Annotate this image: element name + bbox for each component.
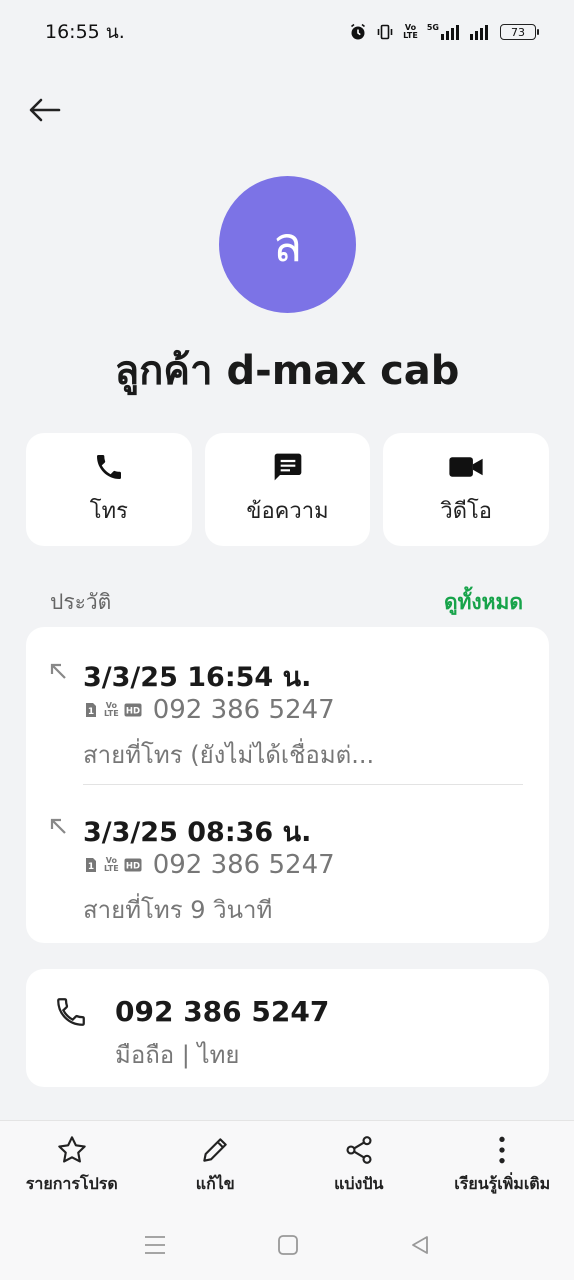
volte-badge-icon: Vo LTE <box>104 856 119 873</box>
video-camera-icon <box>449 457 483 477</box>
status-bar: 16:55 น. Vo LTE 5G 73 <box>0 0 574 64</box>
alarm-icon <box>349 23 367 41</box>
back-arrow-icon <box>29 98 61 122</box>
home-square-icon <box>278 1235 298 1255</box>
favorite-label: รายการโปรด <box>25 1174 118 1193</box>
call-number: 092 386 5247 <box>152 695 335 725</box>
more-label: เรียนรู้เพิ่มเติม <box>454 1174 551 1193</box>
status-time: 16:55 น. <box>45 21 125 43</box>
menu-lines-icon <box>145 1236 165 1254</box>
outgoing-call-icon <box>50 663 66 679</box>
share-label: แบ่งปัน <box>334 1174 384 1193</box>
hd-badge-icon: HD <box>124 858 142 872</box>
message-label: ข้อความ <box>246 499 329 524</box>
recent-apps-button[interactable] <box>143 1234 167 1256</box>
history-title: ประวัติ <box>50 590 112 614</box>
more-vertical-icon <box>499 1136 505 1164</box>
history-card: 3/3/25 16:54 น. 1 Vo LTE HD 092 386 5247… <box>26 627 549 943</box>
video-label: วิดีโอ <box>440 499 493 524</box>
edit-label: แก้ไข <box>195 1174 235 1193</box>
call-datetime: 3/3/25 08:36 น. <box>83 817 312 848</box>
avatar: ล <box>219 176 356 313</box>
system-nav-bar <box>0 1210 574 1280</box>
contact-name: ลูกค้า d-max cab <box>114 348 460 394</box>
call-log-entry[interactable]: 3/3/25 08:36 น. 1 Vo LTE HD 092 386 5247… <box>26 810 549 950</box>
action-row: โทร ข้อความ วิดีโอ <box>26 433 550 546</box>
call-datetime: 3/3/25 16:54 น. <box>83 662 312 693</box>
message-button[interactable]: ข้อความ <box>204 433 371 546</box>
share-button[interactable]: แบ่งปัน <box>294 1134 424 1197</box>
svg-text:1: 1 <box>88 862 94 872</box>
phone-number-card[interactable]: 092 386 5247 มือถือ | ไทย <box>26 969 549 1087</box>
volte-icon: Vo LTE <box>403 23 418 40</box>
outgoing-call-icon <box>50 818 66 834</box>
call-button[interactable]: โทร <box>26 433 192 546</box>
sim-icon: 1 <box>83 702 99 718</box>
divider <box>83 784 523 785</box>
call-description: สายที่โทร (ยังไม่ได้เชื่อมต่... <box>83 741 375 769</box>
favorite-button[interactable]: รายการโปรด <box>7 1134 137 1197</box>
volte-badge-icon: Vo LTE <box>104 701 119 718</box>
call-description: สายที่โทร 9 วินาที <box>83 896 273 924</box>
svg-text:1: 1 <box>88 707 94 717</box>
back-nav-button[interactable] <box>409 1234 431 1256</box>
call-log-entry[interactable]: 3/3/25 16:54 น. 1 Vo LTE HD 092 386 5247… <box>26 655 549 795</box>
home-button[interactable] <box>277 1234 299 1256</box>
view-all-link[interactable]: ดูทั้งหมด <box>444 586 523 619</box>
signal-5g-icon: 5G <box>427 24 460 40</box>
call-number: 092 386 5247 <box>152 850 335 880</box>
history-header: ประวัติ ดูทั้งหมด <box>50 586 523 619</box>
phone-icon <box>96 455 121 479</box>
hd-badge-icon: HD <box>124 703 142 717</box>
phone-number: 092 386 5247 <box>115 995 330 1028</box>
phone-meta: มือถือ | ไทย <box>115 1041 240 1069</box>
call-number-line: 1 Vo LTE HD 092 386 5247 <box>83 850 335 880</box>
sim-icon: 1 <box>83 857 99 873</box>
edit-button[interactable]: แก้ไข <box>150 1134 280 1197</box>
svg-text:HD: HD <box>126 707 140 717</box>
star-icon <box>58 1136 86 1163</box>
status-icons: Vo LTE 5G 73 <box>349 23 539 41</box>
call-label: โทร <box>89 499 128 524</box>
share-icon <box>346 1136 372 1164</box>
battery-icon: 73 <box>500 24 539 40</box>
message-icon <box>274 453 301 481</box>
phone-outline-icon <box>57 998 85 1026</box>
call-number-line: 1 Vo LTE HD 092 386 5247 <box>83 695 335 725</box>
svg-text:HD: HD <box>126 862 140 872</box>
back-triangle-icon <box>412 1236 428 1254</box>
pencil-icon <box>203 1138 227 1162</box>
vibrate-icon <box>376 23 394 41</box>
back-button[interactable] <box>24 90 66 130</box>
bottom-toolbar: รายการโปรด แก้ไข แบ่งปัน เรียนรู้เพิ่มเต… <box>0 1120 574 1210</box>
video-button[interactable]: วิดีโอ <box>383 433 550 546</box>
signal-icon <box>469 24 491 40</box>
more-button[interactable]: เรียนรู้เพิ่มเติม <box>437 1134 567 1197</box>
